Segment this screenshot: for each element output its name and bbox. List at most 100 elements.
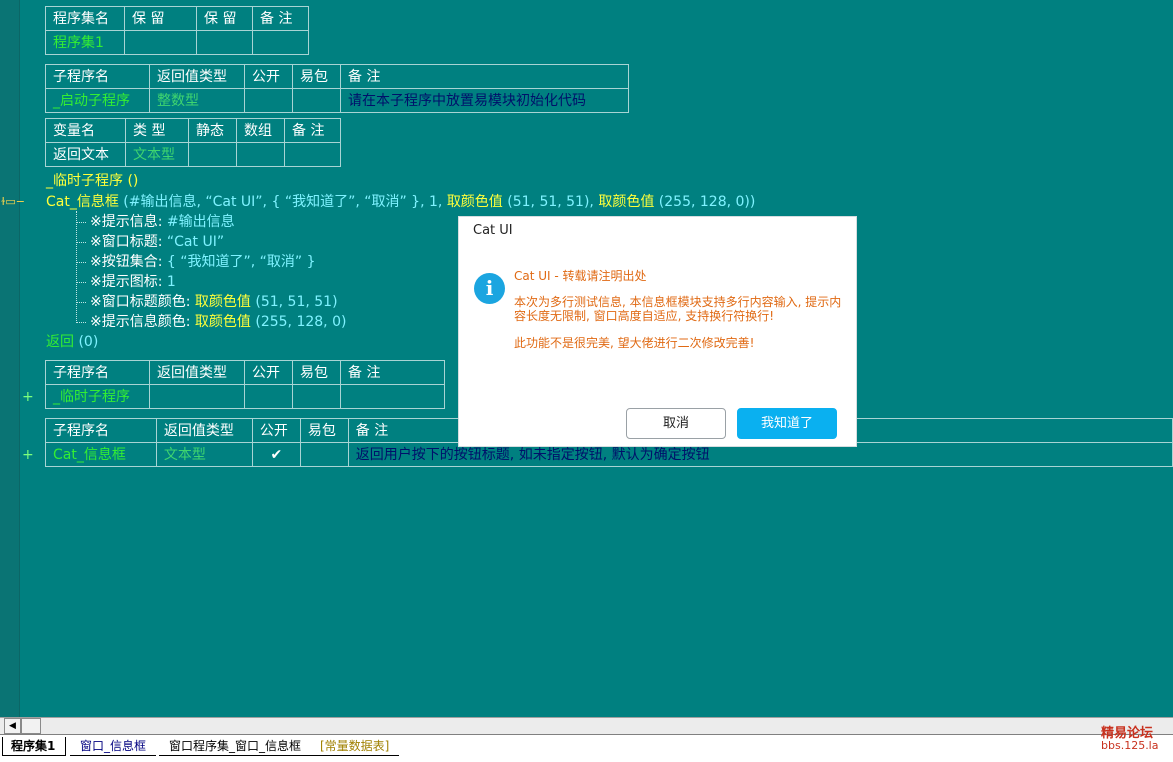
param-label: ※窗口标题:: [90, 234, 167, 250]
dialog-body: 本次为多行测试信息, 本信息框模块支持多行内容输入, 提示内容长度无限制, 窗口…: [514, 295, 842, 323]
public-cell[interactable]: [244, 88, 293, 113]
col-header: 静态: [188, 118, 237, 143]
tab-window-assembly[interactable]: 窗口程序集_窗口_信息框: [159, 737, 312, 756]
col-header: 公开: [251, 418, 301, 443]
param-line[interactable]: ※窗口标题: “Cat UI”: [90, 232, 224, 252]
subroutine-name-cell[interactable]: _临时子程序: [45, 384, 150, 409]
table-cell[interactable]: [188, 142, 237, 167]
col-header: 易包: [292, 64, 341, 89]
return-value: (0): [74, 334, 99, 350]
return-type-cell[interactable]: [149, 384, 245, 409]
function-name: 取颜色值: [446, 194, 503, 210]
subroutine-name-cell[interactable]: Cat_信息框: [45, 442, 157, 467]
subroutine-table-start: 子程序名 返回值类型 公开 易包 备 注 _启动子程序 整数型 请在本子程序中放…: [45, 64, 629, 113]
table-cell[interactable]: [252, 30, 309, 55]
code-line-sub-call[interactable]: _临时子程序 (): [46, 171, 138, 191]
col-header: 子程序名: [45, 360, 150, 385]
col-header: 保 留: [196, 6, 253, 31]
col-header: 返回值类型: [149, 360, 245, 385]
col-header: 子程序名: [45, 418, 157, 443]
col-header: 公开: [244, 64, 293, 89]
param-label: ※提示图标:: [90, 274, 167, 290]
tab-constants[interactable]: [常量数据表]: [310, 737, 400, 756]
param-value: (255, 128, 0): [250, 314, 347, 330]
scroll-left-icon[interactable]: ◀: [4, 718, 21, 734]
param-value: “Cat UI”: [166, 234, 225, 250]
param-line[interactable]: ※提示信息颜色: 取颜色值 (255, 128, 0): [90, 312, 346, 332]
param-line[interactable]: ※提示信息: #输出信息: [90, 212, 235, 232]
param-line[interactable]: ※提示图标: 1: [90, 272, 176, 292]
code-args: (51, 51, 51),: [502, 194, 599, 210]
col-header: 易包: [292, 360, 341, 385]
param-tree-line: [76, 211, 77, 323]
param-label: ※提示信息颜色:: [90, 314, 195, 330]
dialog-message: Cat UI - 转载请注明出处 本次为多行测试信息, 本信息框模块支持多行内容…: [514, 269, 844, 363]
table-cell[interactable]: [124, 30, 197, 55]
tab-window-msgbox[interactable]: 窗口_信息框: [70, 737, 157, 756]
cancel-button[interactable]: 取消: [626, 408, 726, 439]
dialog-body-2: 此功能不是很完美, 望大佬进行二次修改完善!: [514, 336, 755, 350]
return-type-cell[interactable]: 整数型: [149, 88, 245, 113]
return-keyword: 返回: [46, 334, 74, 350]
info-icon: i: [474, 273, 505, 304]
col-header: 子程序名: [45, 64, 150, 89]
table-cell[interactable]: [196, 30, 253, 55]
function-name: 取颜色值: [194, 314, 251, 330]
tab-assembly[interactable]: 程序集1: [2, 737, 67, 756]
tree-tick: [76, 262, 86, 263]
col-header: 变量名: [45, 118, 126, 143]
code-line-return[interactable]: 返回 (0): [46, 332, 98, 352]
package-cell[interactable]: [299, 442, 349, 467]
function-name: 取颜色值: [194, 294, 251, 310]
param-value: { “我知道了”, “取消” }: [166, 254, 316, 270]
public-cell[interactable]: [244, 384, 293, 409]
return-type-cell[interactable]: 文本型: [155, 442, 253, 467]
remark-cell[interactable]: [340, 384, 445, 409]
assembly-table: 程序集名 保 留 保 留 备 注 程序集1: [45, 6, 309, 55]
col-header: 公开: [244, 360, 293, 385]
remark-cell[interactable]: 请在本子程序中放置易模块初始化代码: [340, 88, 629, 113]
param-value: (51, 51, 51): [250, 294, 338, 310]
assembly-name-cell[interactable]: 程序集1: [45, 30, 125, 55]
tree-tick: [76, 242, 86, 243]
variable-name-cell[interactable]: 返回文本: [45, 142, 126, 167]
col-header: 备 注: [340, 360, 445, 385]
fold-marker-icon[interactable]: ɫ▭−: [1, 195, 25, 209]
param-value: #输出信息: [166, 214, 235, 230]
col-header: 易包: [299, 418, 349, 443]
code-args: (#输出信息, “Cat UI”, { “我知道了”, “取消” }, 1,: [118, 194, 447, 210]
tree-tick: [76, 302, 86, 303]
subroutine-name-cell[interactable]: _启动子程序: [45, 88, 150, 113]
message-dialog: Cat UI i Cat UI - 转载请注明出处 本次为多行测试信息, 本信息…: [458, 216, 857, 447]
col-header: 备 注: [340, 64, 629, 89]
table-cell[interactable]: [284, 142, 341, 167]
param-line[interactable]: ※按钮集合: { “我知道了”, “取消” }: [90, 252, 316, 272]
col-header: 备 注: [252, 6, 309, 31]
tab-bar: 程序集1 窗口_信息框 窗口程序集_窗口_信息框 [常量数据表]: [0, 734, 1173, 762]
param-line[interactable]: ※窗口标题颜色: 取颜色值 (51, 51, 51): [90, 292, 338, 312]
col-header: 程序集名: [45, 6, 125, 31]
col-header: 数组: [236, 118, 285, 143]
expand-icon[interactable]: +: [22, 387, 34, 407]
col-header: 返回值类型: [155, 418, 253, 443]
col-header: 保 留: [124, 6, 197, 31]
horizontal-scrollbar[interactable]: ◀: [0, 717, 1173, 734]
table-cell[interactable]: [236, 142, 285, 167]
package-cell[interactable]: [292, 88, 341, 113]
ok-button[interactable]: 我知道了: [737, 408, 837, 439]
code-line-msgbox-call[interactable]: Cat_信息框 (#输出信息, “Cat UI”, { “我知道了”, “取消”…: [46, 192, 755, 212]
col-header: 备 注: [284, 118, 341, 143]
tree-tick: [76, 222, 86, 223]
dialog-title: Cat UI: [473, 223, 513, 238]
tree-tick: [76, 282, 86, 283]
variable-type-cell[interactable]: 文本型: [125, 142, 189, 167]
package-cell[interactable]: [292, 384, 341, 409]
expand-icon[interactable]: +: [22, 445, 34, 465]
function-name: Cat_信息框: [46, 194, 119, 210]
public-checkbox[interactable]: ✔: [251, 442, 301, 467]
dialog-heading: Cat UI - 转载请注明出处: [514, 269, 647, 283]
scroll-thumb[interactable]: [21, 718, 41, 734]
code-args: (255, 128, 0)): [654, 194, 756, 210]
code-editor[interactable]: 程序集名 保 留 保 留 备 注 程序集1 子程序名 返回值类型 公开 易包 备…: [0, 0, 1173, 717]
param-value: 1: [166, 274, 176, 290]
